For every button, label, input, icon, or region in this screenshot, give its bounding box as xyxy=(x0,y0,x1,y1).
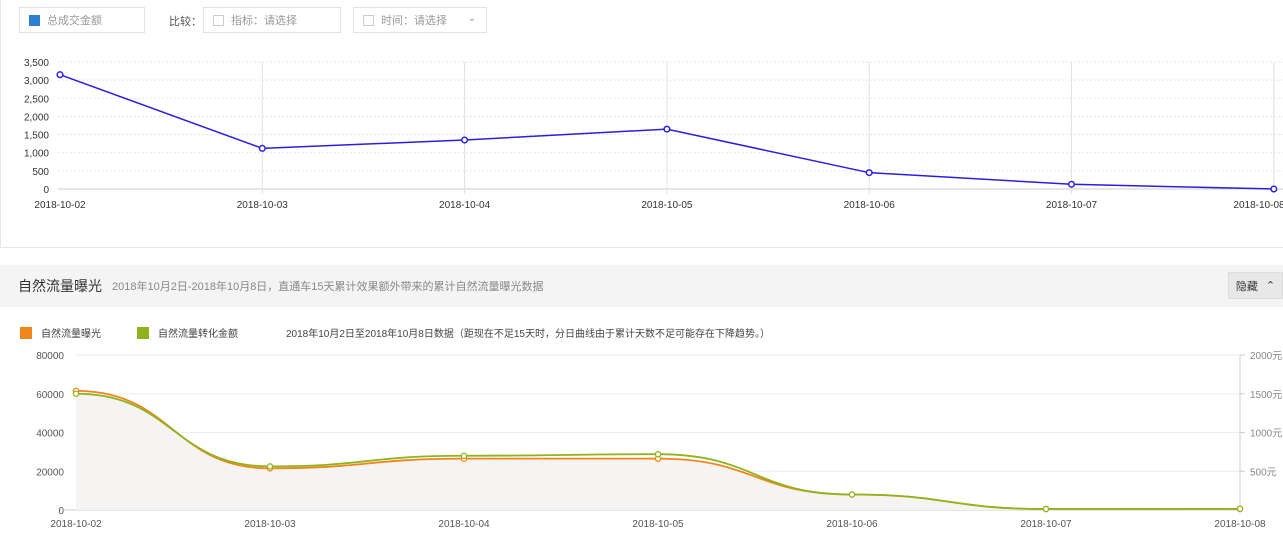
data-point xyxy=(258,144,266,152)
data-point xyxy=(663,125,671,133)
x-tick-label: 2018-10-04 xyxy=(438,519,490,530)
y-right-tick-label: 1500元 xyxy=(1250,390,1282,401)
y-tick-label: 60000 xyxy=(36,390,64,401)
y-tick-label: 500 xyxy=(32,167,49,178)
data-point xyxy=(848,491,856,498)
y-tick-label: 2,000 xyxy=(24,112,49,123)
section-title: 自然流量曝光 xyxy=(18,278,102,294)
data-point xyxy=(1042,505,1050,513)
x-tick-label: 2018-10-02 xyxy=(34,200,86,211)
y-tick-label: 1,000 xyxy=(24,149,49,160)
top-panel: 总成交金额 比较： 指标：请选择 时间：请选择 ⌄ 3,500 3,000 2,50… xyxy=(0,0,1283,248)
x-tick-label: 2018-10-03 xyxy=(244,519,296,530)
legend: 自然流量曝光 自然流量转化金额 2018年10月2日至2018年10月8日数据（… xyxy=(20,325,770,340)
y-tick-label: 2,500 xyxy=(24,94,49,105)
legend-item[interactable]: 自然流量转化金额 xyxy=(158,325,238,340)
x-tick-label: 2018-10-05 xyxy=(632,519,684,530)
data-point xyxy=(865,169,873,177)
y-tick-label: 3,000 xyxy=(24,76,49,87)
data-point xyxy=(1236,505,1244,513)
data-point xyxy=(654,450,662,458)
data-point xyxy=(266,463,274,470)
x-tick-label: 2018-10-05 xyxy=(641,200,693,211)
area-fill xyxy=(76,390,1240,510)
x-tick-label: 2018-10-06 xyxy=(844,200,896,211)
bottom-line-chart: 80000 60000 40000 20000 0 2000元 1500元 1000元 500元… xyxy=(36,351,1282,530)
section-subtitle: 2018年10月2日-2018年10月8日，直通车15天累计效果额外带来的累计自… xyxy=(112,281,544,293)
data-point xyxy=(72,390,80,398)
top-line-chart: 3,500 3,000 2,500 2,000 1,500 1,000 500 0 2018-1… xyxy=(24,58,1283,211)
x-tick-label: 2018-10-08 xyxy=(1214,519,1266,530)
y-right-tick-label: 2000元 xyxy=(1250,351,1282,362)
hide-button[interactable]: 隐藏 ⌃ xyxy=(1228,272,1283,299)
x-tick-label: 2018-10-07 xyxy=(1046,200,1098,211)
y-tick-label: 80000 xyxy=(36,351,64,362)
y-tick-label: 40000 xyxy=(36,429,64,440)
y-tick-label: 20000 xyxy=(36,467,64,478)
x-tick-label: 2018-10-04 xyxy=(439,200,491,211)
legend-item[interactable]: 自然流量曝光 xyxy=(41,325,101,340)
y-tick-label: 0 xyxy=(58,506,64,517)
x-tick-label: 2018-10-06 xyxy=(826,519,878,530)
legend-swatch-green xyxy=(137,326,149,339)
chevron-up-icon: ⌃ xyxy=(1265,280,1276,292)
y-tick-label: 0 xyxy=(43,185,49,196)
x-tick-label: 2018-10-03 xyxy=(237,200,289,211)
y-right-tick-label: 1000元 xyxy=(1250,429,1282,440)
data-point xyxy=(460,452,468,460)
hide-label: 隐藏 xyxy=(1235,280,1258,293)
x-tick-label: 2018-10-07 xyxy=(1020,519,1072,530)
x-tick-label: 2018-10-08 xyxy=(1233,200,1283,211)
section-header: 自然流量曝光 2018年10月2日-2018年10月8日，直通车15天累计效果额… xyxy=(0,265,1283,307)
legend-swatch-orange xyxy=(20,326,32,339)
data-point xyxy=(461,136,469,144)
y-right-tick-label: 500元 xyxy=(1250,467,1277,478)
data-point xyxy=(1270,185,1278,193)
x-tick-label: 2018-10-02 xyxy=(50,519,102,530)
data-point xyxy=(56,71,64,79)
y-tick-label: 3,500 xyxy=(24,58,49,69)
data-note: 2018年10月2日至2018年10月8日数据（距现在不足15天时，分日曲线由于… xyxy=(286,329,770,340)
data-point xyxy=(1067,180,1076,188)
y-tick-label: 1,500 xyxy=(24,131,49,142)
